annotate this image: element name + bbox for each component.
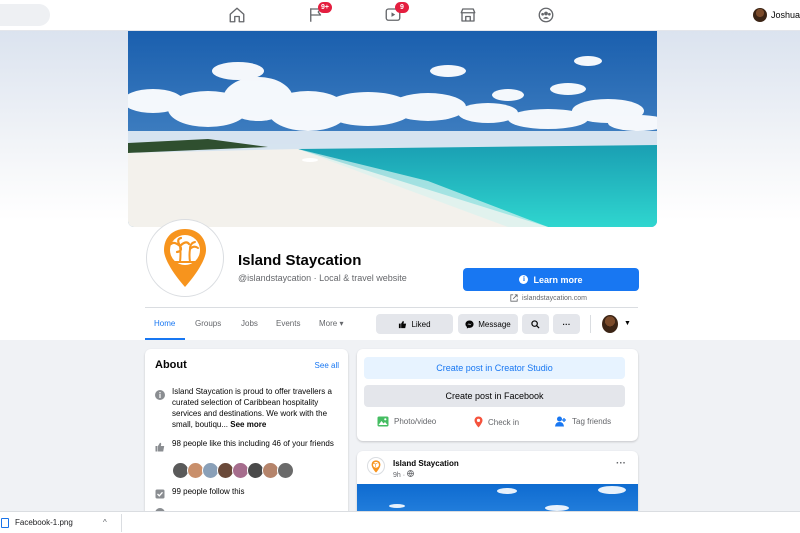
post-timestamp[interactable]: 9h ·	[393, 470, 414, 479]
create-post-card: Create post in Creator Studio Create pos…	[357, 349, 638, 441]
pages-notification-badge: 9+	[318, 2, 332, 13]
globe-icon	[407, 470, 414, 478]
top-navigation-bar: 9+ 9 Joshua	[0, 0, 800, 31]
photo-video-label: Photo/video	[394, 417, 437, 426]
website-link[interactable]: islandstaycation.com	[510, 294, 587, 302]
account-chip[interactable]: Joshua	[752, 5, 800, 25]
chevron-down-icon: ▾	[339, 319, 344, 328]
tab-more-label: More	[319, 319, 338, 328]
photo-video-button[interactable]: Photo/video	[377, 416, 436, 427]
pages-flag-icon[interactable]: 9+	[307, 2, 332, 26]
tab-groups[interactable]: Groups	[195, 319, 221, 328]
divider	[121, 514, 122, 532]
thumbs-up-icon	[155, 439, 165, 452]
groups-icon[interactable]	[537, 6, 557, 26]
chevron-down-icon[interactable]: ▼	[624, 320, 631, 327]
info-icon: i	[519, 275, 529, 284]
likes-count: 98 people like this including 46 of your…	[172, 439, 334, 448]
search-icon	[531, 319, 540, 329]
post-time-label: 9h ·	[393, 472, 406, 479]
post-author-avatar[interactable]	[367, 457, 385, 475]
active-tab-indicator	[145, 338, 185, 340]
tab-more[interactable]: More ▾	[319, 319, 343, 328]
see-all-link[interactable]: See all	[315, 361, 339, 370]
divider	[590, 315, 591, 333]
page-title: Island Staycation	[238, 252, 362, 269]
learn-more-label: Learn more	[533, 274, 583, 285]
see-more-link[interactable]: See more	[230, 420, 266, 429]
thumbs-up-icon	[399, 320, 407, 328]
home-icon[interactable]	[228, 6, 248, 26]
divider	[145, 307, 638, 308]
photo-icon	[377, 416, 389, 427]
watch-notification-badge: 9	[395, 2, 409, 13]
avatar	[277, 462, 294, 479]
learn-more-button[interactable]: i Learn more	[463, 268, 639, 291]
location-pin-icon	[474, 416, 483, 428]
tab-jobs[interactable]: Jobs	[241, 319, 258, 328]
message-label: Message	[478, 319, 511, 329]
watch-icon[interactable]: 9	[384, 2, 409, 26]
more-options-button[interactable]: ···	[553, 314, 580, 334]
page-logo[interactable]	[147, 220, 223, 296]
liked-label: Liked	[411, 319, 431, 329]
about-card: About See all Island Staycation is proud…	[145, 349, 348, 519]
marketplace-icon[interactable]	[459, 6, 479, 26]
download-bar: Facebook-1.png ^	[0, 511, 800, 533]
search-input[interactable]	[0, 4, 50, 26]
avatar	[752, 8, 767, 22]
about-description: Island Staycation is proud to offer trav…	[172, 386, 342, 430]
tag-friends-label: Tag friends	[572, 417, 612, 426]
info-icon	[155, 387, 165, 400]
avatar[interactable]	[602, 315, 618, 333]
search-page-button[interactable]	[522, 314, 549, 334]
friend-avatars[interactable]	[172, 462, 294, 479]
chevron-up-icon[interactable]: ^	[103, 518, 107, 527]
create-post-creator-studio-button[interactable]: Create post in Creator Studio	[364, 357, 625, 379]
ellipsis-icon: ···	[562, 319, 571, 329]
check-in-label: Check in	[488, 417, 520, 427]
message-button[interactable]: Message	[458, 314, 518, 334]
tab-events[interactable]: Events	[276, 319, 300, 328]
about-title: About	[155, 359, 187, 371]
file-icon	[1, 518, 9, 528]
cover-photo[interactable]	[128, 31, 657, 227]
check-in-button[interactable]: Check in	[474, 416, 519, 428]
tag-friends-icon	[555, 416, 566, 427]
create-post-facebook-button[interactable]: Create post in Facebook	[364, 385, 625, 407]
user-name: Joshua	[770, 10, 800, 20]
tag-friends-button[interactable]: Tag friends	[555, 416, 611, 427]
messenger-icon	[465, 319, 474, 329]
download-filename[interactable]: Facebook-1.png	[15, 518, 73, 527]
liked-button[interactable]: Liked	[376, 314, 453, 334]
external-link-icon	[510, 294, 518, 302]
follow-check-icon	[155, 486, 165, 499]
website-label: islandstaycation.com	[522, 294, 587, 302]
tab-home[interactable]: Home	[154, 319, 175, 328]
page-subtitle: @islandstaycation · Local & travel websi…	[238, 273, 407, 283]
follows-count: 99 people follow this	[172, 487, 245, 496]
post-options-button[interactable]: ···	[616, 458, 626, 469]
post-author-name[interactable]: Island Staycation	[393, 459, 459, 468]
